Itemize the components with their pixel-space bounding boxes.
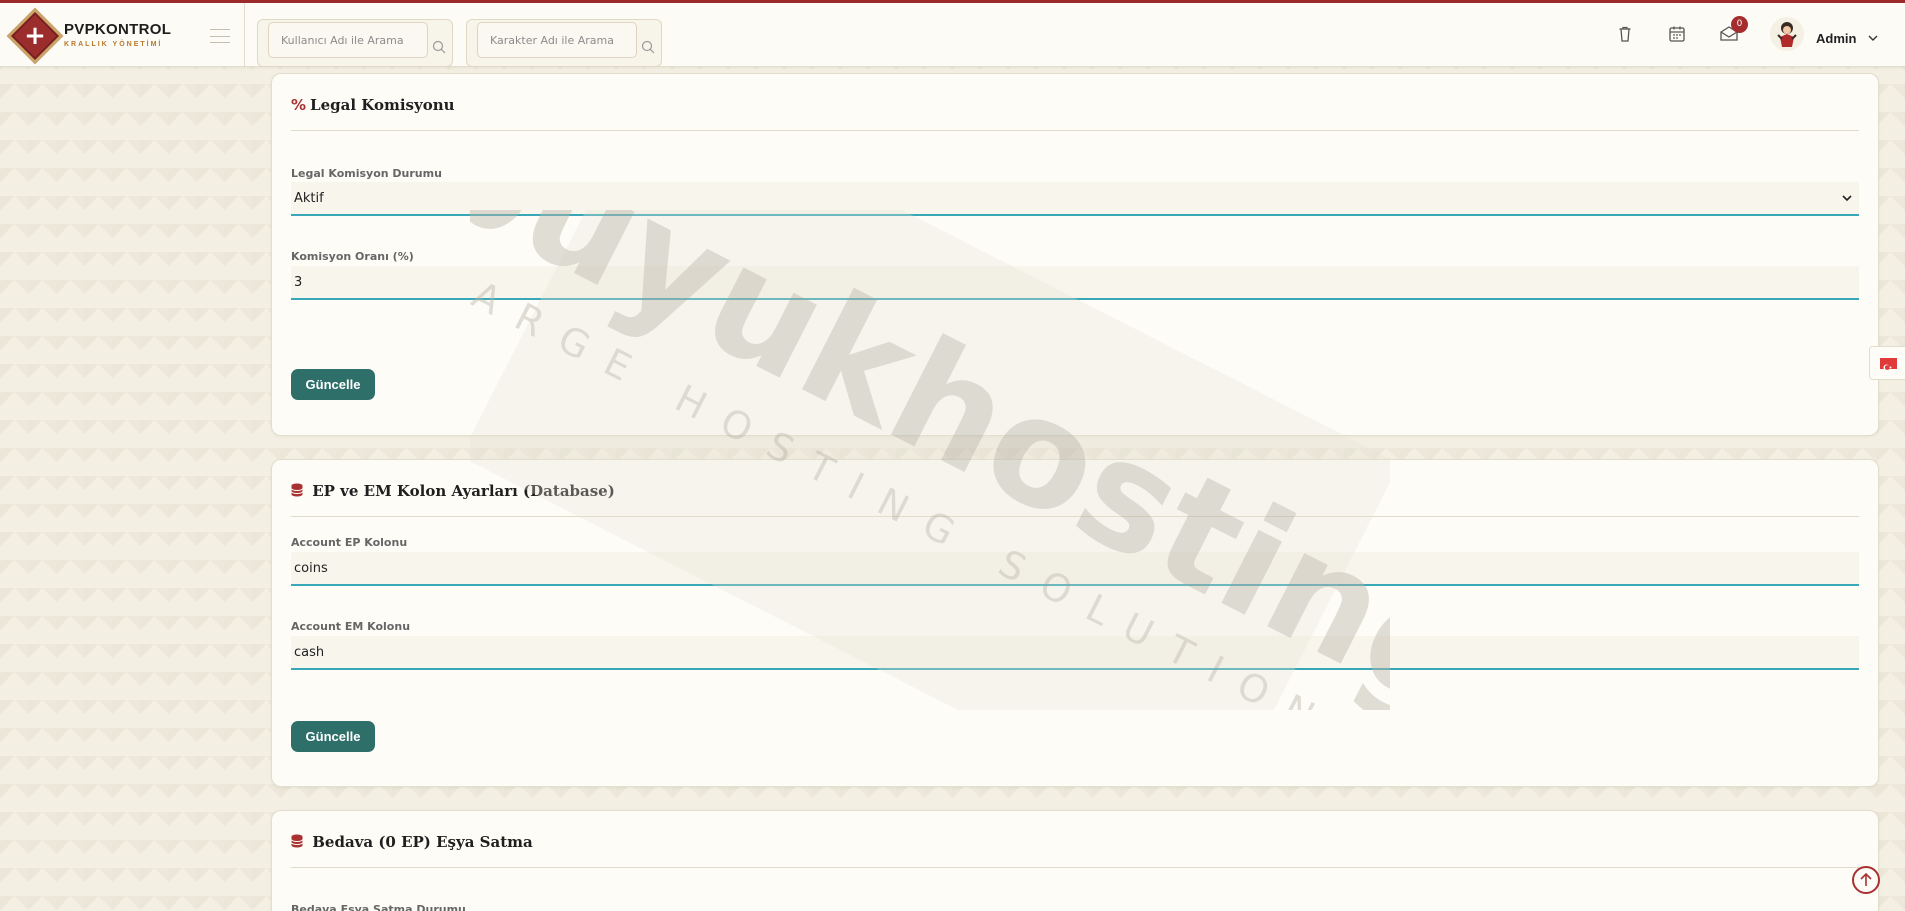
menu-toggle-icon[interactable] xyxy=(210,29,230,43)
ep-column-label: Account EP Kolonu xyxy=(291,536,408,549)
free-item-sale-card: Bedava (0 EP) Eşya Satma Bedava Eşya Sat… xyxy=(271,810,1879,911)
scroll-to-top-button[interactable] xyxy=(1852,866,1880,894)
brand-title: PVPKONTROL xyxy=(64,21,172,38)
arrow-up-icon xyxy=(1860,872,1872,886)
calendar-icon[interactable] xyxy=(1666,23,1688,45)
em-column-label: Account EM Kolonu xyxy=(291,620,411,633)
update-button[interactable]: Güncelle xyxy=(291,369,375,400)
character-search-input[interactable] xyxy=(477,22,637,58)
selected-value: Aktif xyxy=(294,190,324,206)
commission-status-select[interactable]: Aktif xyxy=(291,182,1859,216)
em-column-input[interactable]: cash xyxy=(291,636,1859,670)
search-icon[interactable] xyxy=(641,40,655,54)
update-button[interactable]: Güncelle xyxy=(291,721,375,752)
user-search-input[interactable] xyxy=(268,22,428,58)
avatar[interactable] xyxy=(1770,17,1804,51)
free-item-status-label: Bedava Eşya Satma Durumu xyxy=(291,903,466,911)
divider xyxy=(291,130,1859,131)
user-name[interactable]: Admin xyxy=(1816,31,1856,46)
legal-commission-card: % Legal Komisyonu Legal Komisyon Durumu A… xyxy=(271,73,1879,436)
top-navbar: + PVPKONTROL KRALLIK YÖNETİMİ Kullanıcı … xyxy=(0,0,1905,67)
trash-icon[interactable] xyxy=(1614,23,1636,45)
user-search-box xyxy=(257,19,453,67)
chevron-down-icon[interactable] xyxy=(1867,33,1879,43)
chevron-down-icon xyxy=(1842,195,1852,202)
database-icon xyxy=(291,833,308,851)
card-title: EP ve EM Kolon Ayarları (Database) xyxy=(291,482,615,500)
divider xyxy=(291,516,1859,517)
card-title: Bedava (0 EP) Eşya Satma xyxy=(291,833,533,851)
ep-column-input[interactable]: coins xyxy=(291,552,1859,586)
search-icon[interactable] xyxy=(432,40,446,54)
brand-subtitle: KRALLIK YÖNETİMİ xyxy=(64,41,163,48)
avatar-character-icon xyxy=(1777,22,1797,47)
commission-rate-label: Komisyon Oranı (%) xyxy=(291,250,414,263)
database-icon xyxy=(291,482,308,500)
turkey-flag-icon xyxy=(1880,358,1897,371)
commission-status-label: Legal Komisyon Durumu xyxy=(291,167,442,180)
divider xyxy=(291,867,1859,868)
logo-cross-icon: + xyxy=(24,21,46,51)
brand-area[interactable]: + PVPKONTROL KRALLIK YÖNETİMİ xyxy=(0,3,245,67)
percent-icon: % xyxy=(291,96,307,114)
language-switcher[interactable] xyxy=(1869,346,1905,380)
card-title: % Legal Komisyonu xyxy=(291,96,455,114)
ep-em-column-card: EP ve EM Kolon Ayarları (Database) Accou… xyxy=(271,459,1879,787)
mail-count-badge: 0 xyxy=(1731,16,1748,33)
character-search-box xyxy=(466,19,662,67)
commission-rate-input[interactable]: 3 xyxy=(291,266,1859,300)
